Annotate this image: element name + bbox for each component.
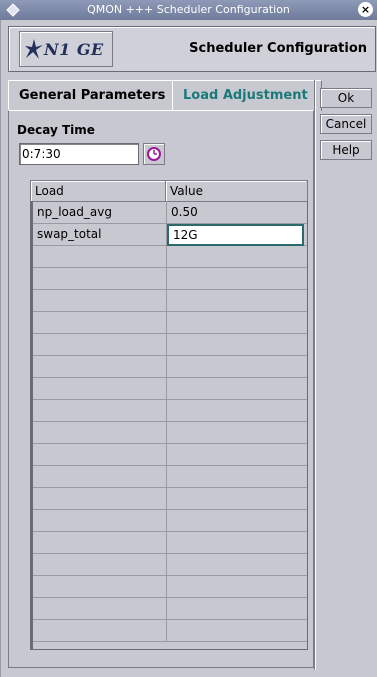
value-cell[interactable] [167,289,306,311]
load-cell[interactable] [33,355,167,377]
load-cell[interactable] [33,289,167,311]
ok-button[interactable]: Ok [320,88,372,108]
table-row[interactable]: np_load_avg 0.50 [33,201,307,224]
load-cell[interactable] [33,487,167,509]
value-cell[interactable]: 0.50 [167,201,306,223]
load-cell[interactable] [33,443,167,465]
n1ge-logo: N1 GE [19,31,113,67]
column-header-value[interactable]: Value [166,181,306,201]
clock-icon [147,147,161,161]
table-row[interactable] [33,355,307,378]
table-header: Load Value [30,180,308,202]
value-cell[interactable] [167,421,306,443]
table-row[interactable] [33,267,307,290]
value-cell[interactable] [167,597,306,619]
value-cell[interactable] [167,443,306,465]
value-cell[interactable] [167,619,306,641]
load-cell[interactable] [33,377,167,399]
logo-star-icon [25,39,43,59]
cancel-button[interactable]: Cancel [320,114,372,134]
table-row[interactable] [33,465,307,488]
dialog-header: N1 GE Scheduler Configuration [8,26,376,72]
table-row[interactable] [33,509,307,532]
value-cell[interactable] [167,245,306,267]
value-cell[interactable] [167,531,306,553]
value-cell[interactable] [167,553,306,575]
load-cell[interactable] [33,597,167,619]
table-row[interactable] [33,575,307,598]
table-row[interactable] [33,289,307,312]
load-cell[interactable] [33,575,167,597]
value-cell[interactable] [167,311,306,333]
load-cell[interactable] [33,333,167,355]
table-body: np_load_avg 0.50 swap_total 12G [30,201,308,650]
table-row[interactable] [33,245,307,268]
decay-time-label: Decay Time [17,123,95,137]
table-row[interactable] [33,421,307,444]
table-row[interactable] [33,597,307,620]
load-cell[interactable] [33,465,167,487]
load-cell[interactable] [33,399,167,421]
value-cell[interactable] [167,465,306,487]
table-row[interactable] [33,333,307,356]
load-cell[interactable] [33,509,167,531]
table-row[interactable] [33,443,307,466]
value-cell[interactable] [167,575,306,597]
table-row[interactable] [33,377,307,400]
load-cell[interactable]: swap_total [33,223,167,245]
value-cell[interactable] [167,377,306,399]
table-row[interactable] [33,553,307,576]
load-cell[interactable] [33,553,167,575]
value-cell[interactable] [167,509,306,531]
column-header-load[interactable]: Load [31,181,166,201]
load-value-table: Load Value np_load_avg 0.50 swap_total 1… [30,180,308,650]
value-cell[interactable] [167,399,306,421]
load-cell[interactable] [33,267,167,289]
tab-general-parameters[interactable]: General Parameters [8,80,190,111]
close-icon[interactable]: × [358,2,373,17]
window-title: QMON +++ Scheduler Configuration [87,3,290,16]
table-row[interactable] [33,487,307,510]
decay-time-field[interactable]: 0:7:30 [19,143,139,165]
table-row[interactable] [33,399,307,422]
window-titlebar: QMON +++ Scheduler Configuration × [0,0,377,20]
dialog-heading: Scheduler Configuration [189,41,367,56]
tab-panel: General Parameters Load Adjustment Decay… [8,80,322,668]
help-button[interactable]: Help [320,140,372,160]
value-cell[interactable] [167,333,306,355]
value-cell[interactable] [167,267,306,289]
logo-text: N1 GE [44,40,104,59]
table-row[interactable] [33,619,307,642]
load-cell[interactable] [33,619,167,641]
load-cell[interactable] [33,531,167,553]
value-cell-editing[interactable]: 12G [167,224,304,246]
value-cell[interactable] [167,355,306,377]
load-cell[interactable] [33,245,167,267]
load-cell[interactable] [33,311,167,333]
table-row[interactable] [33,311,307,334]
table-row[interactable]: swap_total 12G [33,223,307,246]
button-column-divider [314,80,315,670]
time-picker-button[interactable] [143,143,165,165]
load-cell[interactable]: np_load_avg [33,201,167,223]
table-row[interactable] [33,531,307,554]
value-cell[interactable] [167,487,306,509]
load-cell[interactable] [33,421,167,443]
tab-load-adjustment[interactable]: Load Adjustment [172,80,322,111]
